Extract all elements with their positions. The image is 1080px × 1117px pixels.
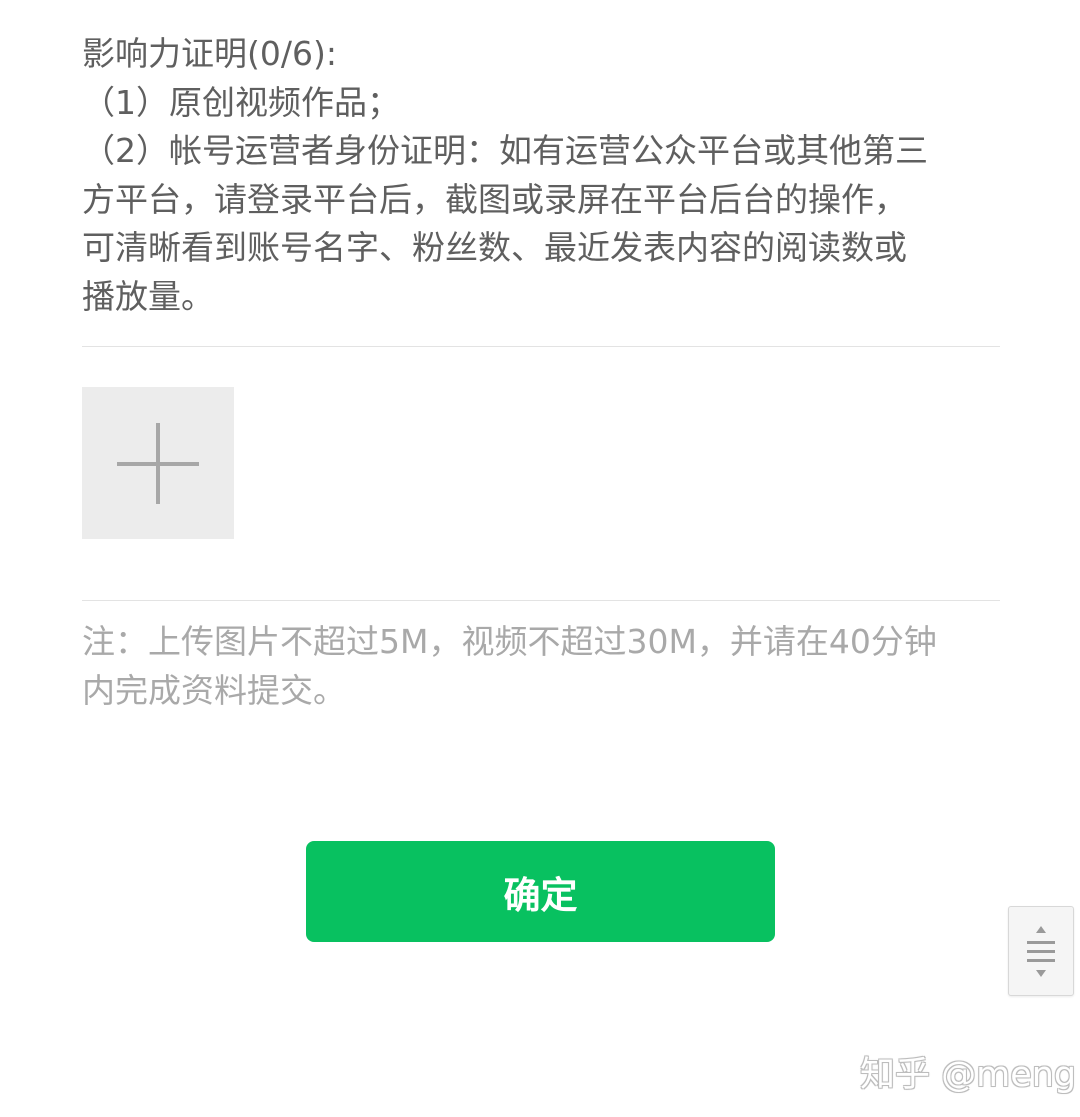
upload-note-line-2: 内完成资料提交。 bbox=[82, 671, 346, 710]
requirement-item-2-line-2: 方平台，请登录平台后，截图或录屏在平台后台的操作， bbox=[82, 179, 907, 219]
influence-proof-title: 影响力证明(0/6): bbox=[82, 34, 337, 73]
scroll-handle[interactable] bbox=[1008, 906, 1074, 996]
upload-note-line-1: 注：上传图片不超过5M，视频不超过30M，并请在40分钟 bbox=[82, 622, 937, 661]
upload-note: 注：上传图片不超过5M，视频不超过30M，并请在40分钟 内完成资料提交。 bbox=[82, 617, 1002, 715]
scroll-handle-icon bbox=[1027, 926, 1055, 977]
requirement-item-1: （1）原创视频作品； bbox=[82, 82, 400, 122]
confirm-button[interactable]: 确定 bbox=[306, 841, 775, 942]
divider bbox=[82, 600, 1000, 601]
divider bbox=[82, 346, 1000, 347]
add-media-button[interactable] bbox=[82, 387, 234, 539]
watermark: 知乎 @meng bbox=[860, 1055, 1077, 1095]
requirement-item-2-line-4: 播放量。 bbox=[82, 276, 214, 316]
requirement-item-2-line-1: （2）帐号运营者身份证明：如有运营公众平台或其他第三 bbox=[82, 131, 928, 170]
requirement-item-2-line-3: 可清晰看到账号名字、粉丝数、最近发表内容的阅读数或 bbox=[82, 228, 907, 267]
influence-proof-section: 影响力证明(0/6): （1）原创视频作品； （2）帐号运营者身份证明：如有运营… bbox=[82, 30, 1002, 321]
